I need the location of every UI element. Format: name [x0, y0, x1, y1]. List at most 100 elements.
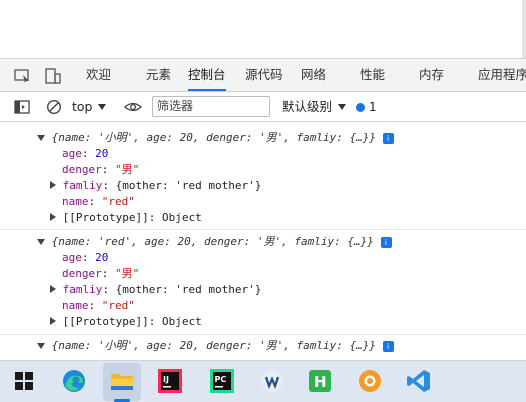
property-value: {mother: 'red mother'} [115, 179, 262, 192]
info-icon[interactable]: i [382, 341, 394, 352]
tab-performance[interactable]: 性能 [360, 59, 385, 91]
property-key: denger [62, 267, 102, 280]
tab-memory[interactable]: 内存 [419, 59, 444, 91]
svg-text:PC: PC [215, 375, 227, 384]
property-key: famliy [62, 283, 103, 296]
prototype-row[interactable]: [[Prototype]]: Object [50, 210, 202, 226]
svg-text:IJ: IJ [163, 375, 169, 384]
property-row: name: "red" [62, 298, 135, 314]
property-separator: : [81, 251, 96, 264]
expand-arrow-icon[interactable] [37, 135, 45, 141]
property-separator: : [148, 211, 162, 224]
show-sidebar-icon[interactable] [14, 99, 30, 115]
property-row[interactable]: famliy: {mother: 'red mother'} [50, 178, 261, 194]
property-key: name [62, 195, 89, 208]
property-key: denger [62, 163, 102, 176]
property-value: "男" [115, 163, 140, 176]
console-toolbar: top 筛选器 默认级别 1 [0, 92, 526, 122]
orange-app-icon[interactable] [357, 368, 383, 394]
property-value: 20 [95, 251, 109, 264]
property-separator: : [102, 179, 116, 192]
property-separator: : [102, 283, 116, 296]
context-selector[interactable]: top [72, 96, 107, 118]
browser-page-area [0, 0, 526, 58]
issues-bubble-icon [356, 103, 365, 112]
prototype-row[interactable]: [[Prototype]]: Object [50, 314, 202, 330]
property-value: 20 [95, 147, 109, 160]
property-row: age: 20 [62, 146, 108, 162]
tab-application[interactable]: 应用程序 [478, 59, 526, 91]
expand-arrow-icon[interactable] [50, 317, 56, 325]
property-key: famliy [62, 179, 103, 192]
console-output: {name: '小明', age: 20, denger: '男', famli… [0, 122, 526, 360]
property-key: [[Prototype]] [62, 315, 149, 328]
log-level-label: 默认级别 [282, 99, 333, 114]
property-separator: : [101, 163, 115, 176]
svg-text:H: H [314, 373, 327, 391]
property-separator: : [81, 147, 96, 160]
intellij-idea-icon[interactable]: IJ [157, 368, 183, 394]
expand-arrow-icon[interactable] [50, 285, 56, 293]
object-summary-row[interactable]: {name: '小明', age: 20, denger: '男', famli… [37, 338, 394, 354]
info-icon[interactable]: i [382, 133, 394, 144]
object-summary: {name: 'red', age: 20, denger: '男', faml… [51, 235, 374, 248]
console-message: {name: '小明', age: 20, denger: '男', famli… [0, 335, 526, 360]
clear-console-icon[interactable] [46, 99, 62, 115]
page-scrollbar[interactable] [522, 0, 526, 58]
issues-counter[interactable]: 1 [356, 96, 377, 118]
pycharm-icon[interactable]: PC [209, 368, 235, 394]
property-row[interactable]: famliy: {mother: 'red mother'} [50, 282, 261, 298]
issues-count: 1 [369, 100, 377, 114]
inspect-element-icon[interactable] [14, 68, 32, 84]
property-key: [[Prototype]] [62, 211, 149, 224]
expand-arrow-icon[interactable] [37, 343, 45, 349]
property-key: age [62, 251, 82, 264]
tab-console[interactable]: 控制台 [188, 59, 226, 91]
property-key: age [62, 147, 82, 160]
property-row: age: 20 [62, 250, 108, 266]
windows-start-icon[interactable] [11, 368, 37, 394]
log-level-dropdown[interactable]: 默认级别 [282, 96, 347, 118]
property-value: "男" [115, 267, 140, 280]
object-summary: {name: '小明', age: 20, denger: '男', famli… [51, 339, 377, 352]
expand-arrow-icon[interactable] [37, 239, 45, 245]
context-value: top [72, 99, 93, 114]
object-summary: {name: '小明', age: 20, denger: '男', famli… [51, 131, 377, 144]
file-explorer-icon[interactable] [109, 368, 135, 394]
expand-arrow-icon[interactable] [50, 213, 56, 221]
property-row: name: "red" [62, 194, 135, 210]
console-message: {name: 'red', age: 20, denger: '男', faml… [0, 230, 526, 335]
tab-elements[interactable]: 元素 [146, 59, 171, 91]
info-icon[interactable]: i [380, 237, 392, 248]
property-value: Object [161, 315, 202, 328]
tab-network[interactable]: 网络 [301, 59, 326, 91]
property-row: denger: "男" [62, 266, 139, 282]
device-toolbar-icon[interactable] [44, 68, 62, 84]
webstorm-icon[interactable] [259, 368, 285, 394]
tab-sources[interactable]: 源代码 [245, 59, 283, 91]
expand-arrow-icon[interactable] [50, 181, 56, 189]
windows-taskbar: IJ PC H [0, 360, 526, 402]
console-message: {name: '小明', age: 20, denger: '男', famli… [0, 122, 526, 230]
edge-browser-icon[interactable] [61, 368, 87, 394]
chevron-down-icon [98, 104, 107, 110]
property-value: "red" [101, 299, 135, 312]
object-summary-row[interactable]: {name: 'red', age: 20, denger: '男', faml… [37, 234, 392, 250]
property-separator: : [101, 267, 115, 280]
property-row: denger: "男" [62, 162, 139, 178]
property-value: "red" [101, 195, 135, 208]
property-value: {mother: 'red mother'} [115, 283, 262, 296]
property-separator: : [88, 195, 102, 208]
devtools-tab-bar: 欢迎 元素 控制台 源代码 网络 性能 内存 应用程序 [0, 58, 526, 92]
object-summary-row[interactable]: {name: '小明', age: 20, denger: '男', famli… [37, 130, 394, 146]
filter-input[interactable]: 筛选器 [152, 96, 270, 117]
vscode-icon[interactable] [406, 368, 432, 394]
property-key: name [62, 299, 89, 312]
property-separator: : [148, 315, 162, 328]
hbuilder-icon[interactable]: H [307, 368, 333, 394]
eye-icon[interactable] [124, 99, 142, 115]
property-separator: : [88, 299, 102, 312]
chevron-down-icon [338, 104, 347, 110]
tab-welcome[interactable]: 欢迎 [86, 59, 111, 91]
property-value: Object [161, 211, 202, 224]
